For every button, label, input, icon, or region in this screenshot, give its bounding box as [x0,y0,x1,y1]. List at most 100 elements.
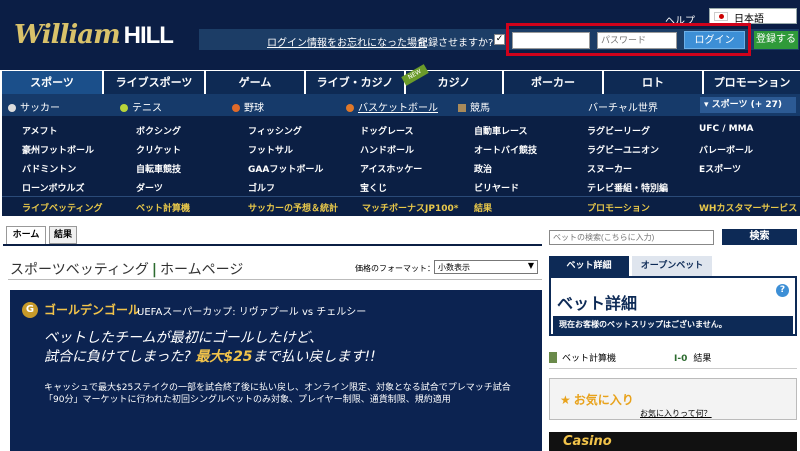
quicklink-live-betting[interactable]: ライブベッティング [22,201,102,214]
horse-icon [458,104,466,112]
quicklink-match-bonus[interactable]: マッチボーナスJP100* [362,201,458,214]
subnav-virtual-world[interactable]: バーチャル世界 [588,99,658,114]
subnav-soccer[interactable]: サッカー [8,99,60,114]
tab-games[interactable]: ゲーム [206,71,306,94]
casino-banner[interactable]: Casino [549,432,797,451]
sport-link[interactable]: ラグビーリーグ [587,124,650,137]
star-icon: ★ [560,393,571,407]
results-link[interactable]: I-0 結果 [674,351,711,364]
bet-calculator-link[interactable]: ベット計算機 [549,351,616,364]
promo-headline-1: ベットしたチームが最初にゴールしたけど、 [44,330,323,346]
basketball-icon [346,104,354,112]
baseball-icon [232,104,240,112]
subnav-horse-racing[interactable]: 競馬 [458,99,490,114]
tab-bet-details[interactable]: ベット詳細 [549,256,629,276]
sport-link[interactable]: 豪州フットボール [22,143,94,156]
soccer-ball-icon [8,104,16,112]
quicklink-promotions[interactable]: プロモーション [587,201,650,214]
sport-link[interactable]: テレビ番組・特別編 [587,181,668,194]
sport-link[interactable]: 自転車競技 [136,162,181,175]
help-icon[interactable]: ? [776,284,789,297]
tennis-ball-icon [120,104,128,112]
remember-checkbox[interactable]: ✓ [494,34,505,45]
sports-grid: アメフト ボクシング フィッシング ドッグレース 自動車レース ラグビーリーグ … [2,116,800,196]
sport-link[interactable]: オートバイ競技 [474,143,537,156]
sport-link[interactable]: 政治 [474,162,492,175]
tab-open-bets[interactable]: オープンベット [632,256,712,276]
tab-results[interactable]: 結果 [49,226,77,244]
quicklink-customer-service[interactable]: WHカスタマーサービス [699,201,797,214]
tab-live-sports[interactable]: ライブスポーツ [104,71,206,94]
sport-link[interactable]: ハンドボール [360,143,414,156]
japan-flag-icon [714,12,728,21]
tab-home[interactable]: ホーム [6,226,46,245]
subnav-baseball[interactable]: 野球 [232,99,264,114]
promo-match: UEFAスーパーカップ: リヴァプール vs チェルシー [137,307,367,318]
main-content: ホーム 結果 スポーツベッティング | ホームページ 価格のフォーマット： 小数表示… [0,216,546,451]
sport-link[interactable]: ドッグレース [360,124,414,137]
tab-divider [3,244,542,246]
language-select[interactable]: 日本語 [709,8,797,25]
sport-link[interactable]: 宝くじ [360,181,387,194]
tab-live-casino[interactable]: ライブ・カジノ [306,71,406,94]
betslip-panel: ベット詳細 ? 現在お客様のベットスリップはございません。 [549,276,797,336]
sport-link[interactable]: ボクシング [136,124,181,137]
sport-link[interactable]: ダーツ [136,181,163,194]
quicklink-soccer-stats[interactable]: サッカーの予想＆統計 [248,201,338,214]
sport-link[interactable]: GAAフットボール [248,162,323,175]
sport-link[interactable]: ローンボウルズ [22,181,85,194]
divider [549,368,797,369]
title-divider [8,279,542,280]
sport-link[interactable]: 自動車レース [474,124,528,137]
main-nav: スポーツ ライブスポーツ ゲーム ライブ・カジノ カジノ ポーカー ロト プロモ… [2,71,800,94]
page-title: スポーツベッティング | ホームページ [10,262,244,278]
quicklink-results[interactable]: 結果 [474,201,492,214]
search-button[interactable]: 検索 [722,229,797,245]
promo-terms: キャッシュで最大$25ステイクの一部を試合終了後に払い戻し、オンライン限定、対象… [44,383,511,405]
forgot-login-link[interactable]: ログイン情報をお忘れになった場合 [267,34,427,49]
quicklink-bet-calculator[interactable]: ベット計算機 [136,201,190,214]
favorites-title: ★ お気に入り [560,393,634,407]
tab-sports[interactable]: スポーツ [2,71,104,94]
favorites-panel: ★ お気に入り お気に入りって何？ [549,378,797,420]
golden-goal-icon: G [22,302,38,318]
login-highlight-box [506,23,751,56]
betslip-title: ベット詳細 [557,294,638,313]
tab-poker[interactable]: ポーカー [504,71,604,94]
favorites-help-link[interactable]: お気に入りって何？ [640,408,712,419]
sport-link[interactable]: フットサル [248,143,293,156]
promo-title: ゴールデンゴール [44,303,141,317]
sport-link[interactable]: UFC / MMA [699,124,754,134]
sport-link[interactable]: クリケット [136,143,181,156]
promo-headline-2: 試合に負けてしまった? 最大$25まで払い戻します!! [44,349,376,365]
betslip-empty-message: 現在お客様のベットスリップはございません。 [553,316,793,334]
calculator-icon [549,352,557,363]
william-hill-logo[interactable]: William HILL [14,20,174,50]
sport-link[interactable]: アメフト [22,124,58,137]
sport-link[interactable]: ラグビーユニオン [587,143,659,156]
odds-format-select[interactable]: 小数表示 ▼ [434,260,538,274]
sport-link[interactable]: Eスポーツ [699,162,741,175]
odds-format-label: 価格のフォーマット： [355,264,435,273]
quicklinks-bar: ライブベッティング ベット計算機 サッカーの予想＆統計 マッチボーナスJP100… [2,196,800,216]
sport-link[interactable]: アイスホッケー [360,162,422,175]
subnav-tennis[interactable]: テニス [120,99,162,114]
sport-link[interactable]: ビリヤード [474,181,519,194]
golden-goal-promo[interactable]: G ゴールデンゴール UEFAスーパーカップ: リヴァプール vs チェルシー … [10,290,542,451]
scoreboard-icon: I-0 [674,354,688,364]
sport-link[interactable]: スヌーカー [587,162,632,175]
sport-link[interactable]: バドミントン [22,162,76,175]
more-sports-button[interactable]: ▾ スポーツ (+ 27) [700,97,796,113]
tab-promotions[interactable]: プロモーション [704,71,800,94]
register-button[interactable]: 登録する [754,31,798,49]
sport-link[interactable]: バレーボール [699,143,753,156]
tab-lotto[interactable]: ロト [604,71,704,94]
chevron-down-icon: ▼ [527,261,534,270]
subnav-basketball[interactable]: バスケットボール [346,99,438,114]
sport-link[interactable]: フィッシング [248,124,302,137]
bet-search-input[interactable] [549,230,714,245]
sport-link[interactable]: ゴルフ [248,181,275,194]
remember-label: 記録させますか? [418,38,494,49]
sports-subnav: サッカー テニス 野球 バスケットボール 競馬 バーチャル世界 [2,94,800,116]
right-sidebar: 検索 ベット詳細 オープンベット ベット詳細 ? 現在お客様のベットスリップはご… [546,216,800,451]
